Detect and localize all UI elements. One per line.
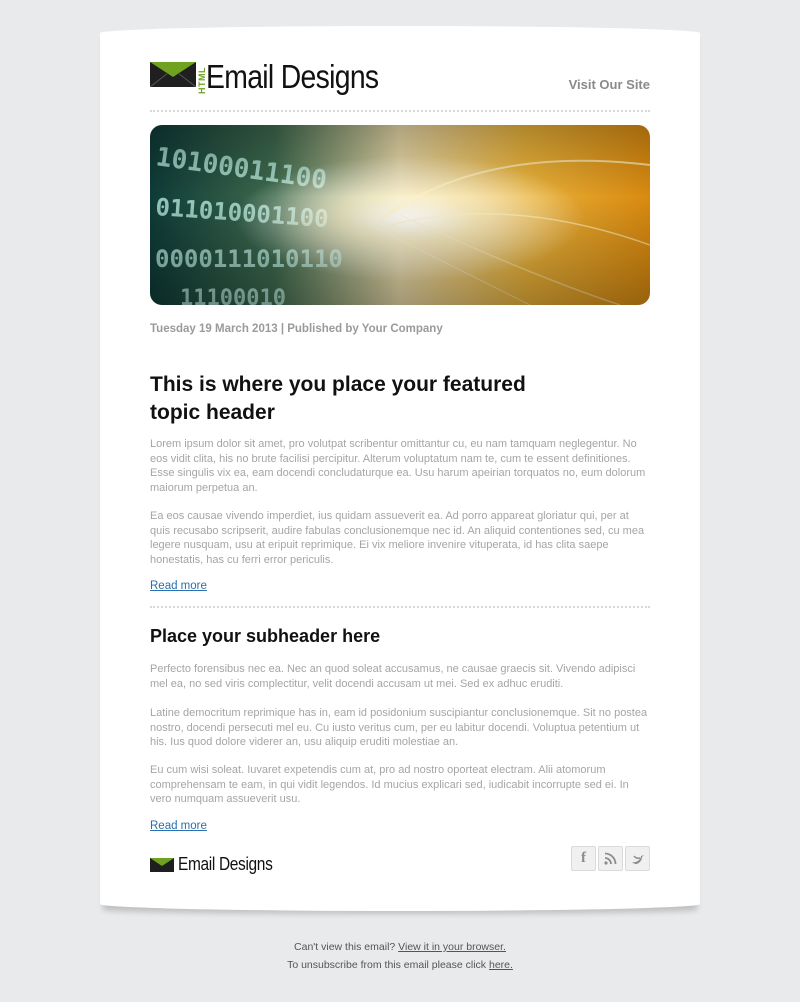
divider: [150, 110, 650, 112]
sub-read-more-link[interactable]: Read more: [150, 820, 207, 832]
sub-paragraph-1: Perfecto forensibus nec ea. Nec an quod …: [150, 663, 636, 690]
unsubscribe-line: To unsubscribe from this email please cl…: [0, 959, 800, 971]
envelope-logo-icon: [150, 858, 174, 872]
subheader: Place your subheader here: [150, 626, 381, 646]
divider: [150, 606, 650, 608]
social-links: f: [571, 846, 650, 871]
featured-header: This is where you place your featured to…: [150, 373, 526, 424]
featured-read-more-link[interactable]: Read more: [150, 580, 207, 592]
view-in-browser-line: Can't view this email? View it in your b…: [0, 941, 800, 953]
rss-icon[interactable]: [598, 846, 623, 871]
twitter-icon[interactable]: [625, 846, 650, 871]
date-line: Tuesday 19 March 2013 | Published by You…: [150, 323, 443, 335]
unsubscribe-link[interactable]: here.: [489, 959, 513, 971]
logo-brand-text: Email Designs: [206, 58, 379, 95]
sub-paragraph-3: Eu cum wisi soleat. Iuvaret expetendis c…: [150, 764, 629, 805]
view-in-browser-text: Can't view this email?: [294, 941, 399, 953]
email-card: HTML Email Designs Visit Our Site Tuesda…: [100, 26, 700, 911]
envelope-logo-icon: [150, 62, 196, 87]
footer-brand-text: Email Designs: [178, 854, 273, 874]
featured-paragraph-2: Ea eos causae vivendo imperdiet, ius qui…: [150, 510, 645, 566]
sub-paragraph-2: Latine democritum reprimique has in, eam…: [150, 707, 648, 748]
unsubscribe-text: To unsubscribe from this email please cl…: [287, 959, 489, 971]
visit-site-link[interactable]: Visit Our Site: [569, 77, 650, 92]
featured-paragraph-1: Lorem ipsum dolor sit amet, pro volutpat…: [150, 438, 646, 494]
facebook-icon[interactable]: f: [571, 846, 596, 871]
view-in-browser-link[interactable]: View it in your browser.: [398, 941, 506, 953]
hero-banner-image: 10100011100 011010001100 0000111010110 1…: [150, 125, 650, 305]
